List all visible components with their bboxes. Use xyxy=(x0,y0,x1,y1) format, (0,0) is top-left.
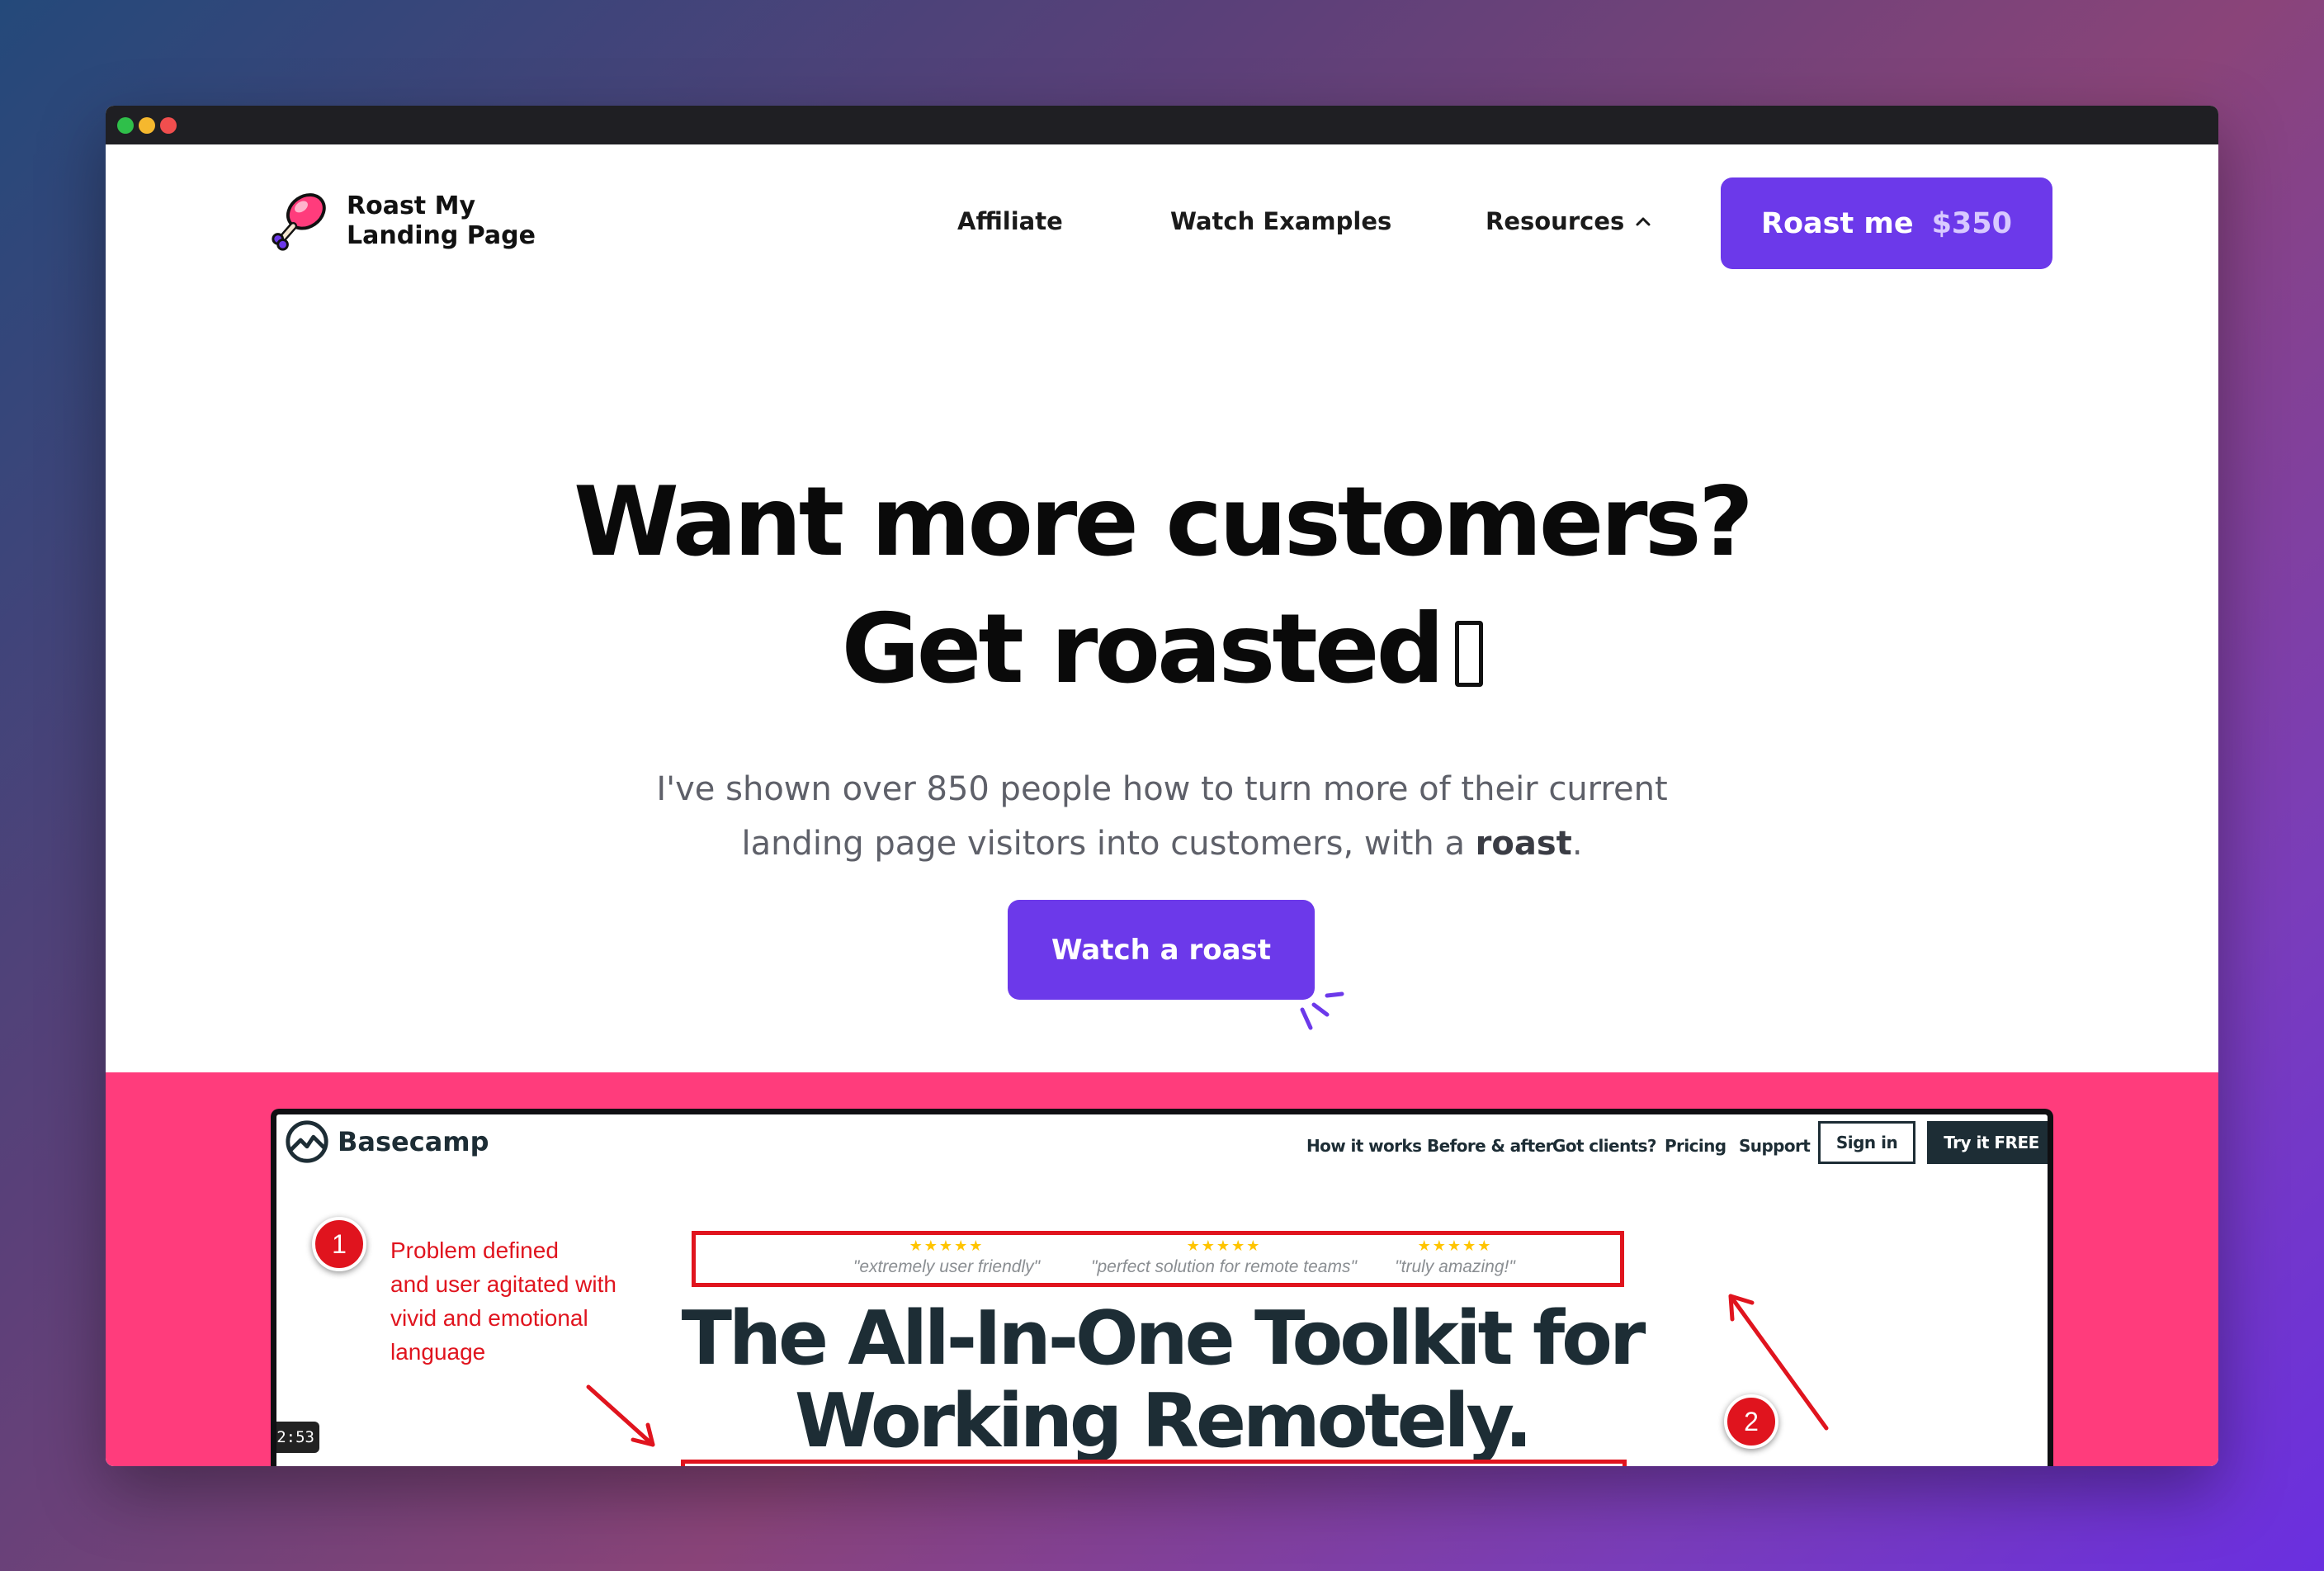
browser-window: Roast My Landing Page Affiliate Watch Ex… xyxy=(106,106,2218,1466)
testimonial-quote: "perfect solution for remote teams" xyxy=(1091,1257,1357,1276)
preview-nav-pricing: Pricing xyxy=(1665,1136,1726,1156)
testimonials-row: ★★★★★ "extremely user friendly" ★★★★★ "p… xyxy=(823,1237,1747,1287)
testimonial-item: ★★★★★ "extremely user friendly" xyxy=(798,1237,1095,1277)
hero-subtitle-line2-pre: landing page visitors into customers, wi… xyxy=(741,825,1476,863)
hero-title-line1: Want more customers? xyxy=(574,466,1754,578)
window-minimize-dot[interactable] xyxy=(139,117,155,134)
annotation-1-line: Problem defined xyxy=(390,1237,559,1263)
drumstick-icon xyxy=(272,193,326,251)
nav-resources-dropdown[interactable]: Resources xyxy=(1486,207,1651,235)
video-timestamp: 2:53 xyxy=(276,1422,319,1453)
basecamp-name: Basecamp xyxy=(338,1126,489,1157)
rating-stars: ★★★★★ xyxy=(1417,1237,1493,1254)
landing-page: Roast My Landing Page Affiliate Watch Ex… xyxy=(106,144,2218,1466)
basecamp-mountain-icon xyxy=(286,1120,328,1163)
roast-me-price: $350 xyxy=(1931,206,2012,240)
annotation-2-text: Strong, concise testimonials offer xyxy=(1777,1460,2048,1466)
preview-nav-before: Before & after xyxy=(1427,1136,1553,1156)
preview-try-button: Try it FREE xyxy=(1927,1121,2048,1164)
hero-title-line2: Get roasted xyxy=(106,588,2218,712)
testimonial-item: ★★★★★ "truly amazing!" xyxy=(1356,1237,1554,1277)
window-close-dot[interactable] xyxy=(117,117,134,134)
hero-subtitle-line2: landing page visitors into customers, wi… xyxy=(106,816,2218,871)
preview-signin-button: Sign in xyxy=(1818,1121,1915,1164)
browser-titlebar xyxy=(106,106,2218,144)
roast-me-button[interactable]: Roast me $350 xyxy=(1721,177,2052,269)
missing-emoji-glyph-icon xyxy=(1454,621,1483,687)
rating-stars: ★★★★★ xyxy=(909,1237,985,1254)
nav-watch-examples-link[interactable]: Watch Examples xyxy=(1170,207,1391,235)
hero-subtitle-line2-bold: roast xyxy=(1475,825,1572,863)
preview-nav-clients: Got clients? xyxy=(1552,1136,1657,1156)
roast-me-label: Roast me xyxy=(1761,206,1914,240)
brand-logo[interactable]: Roast My Landing Page xyxy=(269,189,536,253)
nav-affiliate-link[interactable]: Affiliate xyxy=(957,207,1063,235)
hero-subtitle-line2-post: . xyxy=(1571,825,1583,863)
watch-a-roast-label: Watch a roast xyxy=(1051,933,1272,967)
sparkle-lines-icon xyxy=(1300,991,1344,1030)
testimonial-quote: "truly amazing!" xyxy=(1395,1257,1515,1276)
annotation-arrow-down-icon xyxy=(586,1384,655,1447)
brand-name-line2: Landing Page xyxy=(347,221,536,250)
nav-resources-label: Resources xyxy=(1486,207,1625,235)
roast-video-preview[interactable]: Basecamp How it works Before & after Got… xyxy=(271,1109,2053,1466)
rating-stars: ★★★★★ xyxy=(1186,1237,1262,1254)
annotation-badge-1: 1 xyxy=(312,1217,366,1271)
hero-title-line2-text: Get roasted xyxy=(841,594,1444,705)
window-maximize-dot[interactable] xyxy=(160,117,177,134)
preview-nav-support: Support xyxy=(1739,1136,1811,1156)
hero-subtitle-line1: I've shown over 850 people how to turn m… xyxy=(656,770,1668,808)
annotation-badge-2: 2 xyxy=(1724,1394,1778,1449)
watch-a-roast-button[interactable]: Watch a roast xyxy=(1008,900,1315,1000)
chevron-up-icon xyxy=(1636,217,1651,226)
testimonial-item: ★★★★★ "perfect solution for remote teams… xyxy=(1067,1237,1381,1277)
subheadline-highlight-box xyxy=(681,1460,1627,1466)
preview-nav-how: How it works xyxy=(1306,1136,1422,1156)
testimonial-quote: "extremely user friendly" xyxy=(853,1257,1041,1276)
basecamp-logo: Basecamp xyxy=(283,1118,489,1166)
brand-name-line1: Roast My xyxy=(347,192,476,220)
annotation-1-line: and user agitated with xyxy=(390,1271,616,1297)
